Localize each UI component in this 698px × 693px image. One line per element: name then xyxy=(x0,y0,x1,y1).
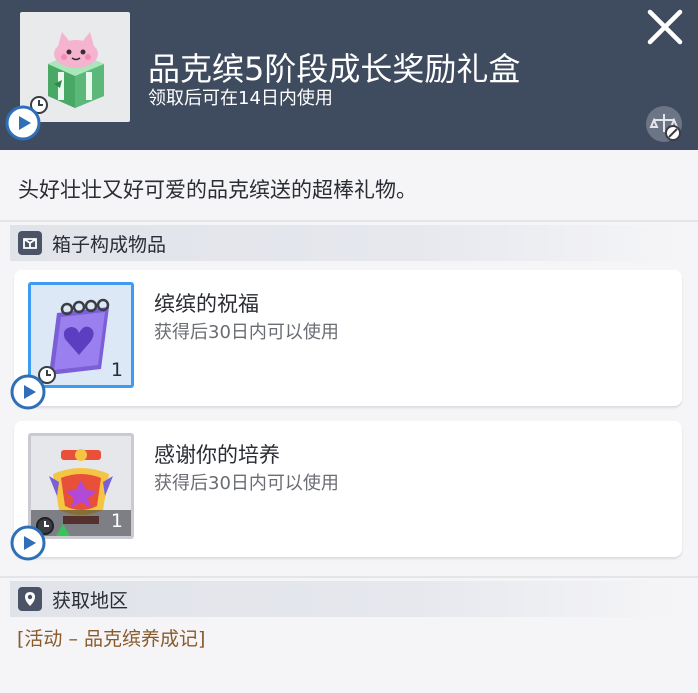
box-contents-title: 箱子构成物品 xyxy=(52,234,167,256)
item-name: 感谢你的培养 xyxy=(154,443,280,467)
item-usage-note: 获得后30日内可以使用 xyxy=(154,322,339,343)
divider xyxy=(0,576,698,578)
box-icon xyxy=(18,231,42,255)
item-description: 头好壮壮又好可爱的品克缤送的超棒礼物。 xyxy=(18,178,417,202)
item-quantity: 1 xyxy=(110,359,123,381)
item-expiry: 领取后可在14日内使用 xyxy=(148,88,333,109)
item-name: 缤缤的祝福 xyxy=(154,292,259,316)
location-title: 获取地区 xyxy=(52,590,129,612)
location-header: 获取地区 xyxy=(10,581,680,617)
upgrade-arrow-icon xyxy=(54,521,72,539)
location-link[interactable]: [活动 – 品克缤养成记] xyxy=(17,624,205,651)
box-item-card[interactable]: 1 感谢你的培养 获得后30日内可以使用 xyxy=(10,421,682,561)
trade-restricted-icon xyxy=(644,104,684,144)
preview-play-button[interactable] xyxy=(10,525,46,561)
map-pin-icon xyxy=(18,587,42,611)
preview-play-button[interactable] xyxy=(5,105,41,141)
item-usage-note: 获得后30日内可以使用 xyxy=(154,473,339,494)
close-button[interactable] xyxy=(644,6,686,48)
item-header: 品克缤5阶段成长奖励礼盒 领取后可在14日内使用 xyxy=(0,0,698,150)
preview-play-button[interactable] xyxy=(10,374,46,410)
close-icon xyxy=(647,9,683,45)
divider xyxy=(0,220,698,222)
box-item-card[interactable]: 1 缤缤的祝福 获得后30日内可以使用 xyxy=(10,270,682,410)
box-contents-header: 箱子构成物品 xyxy=(10,225,680,261)
item-quantity: 1 xyxy=(110,510,123,532)
